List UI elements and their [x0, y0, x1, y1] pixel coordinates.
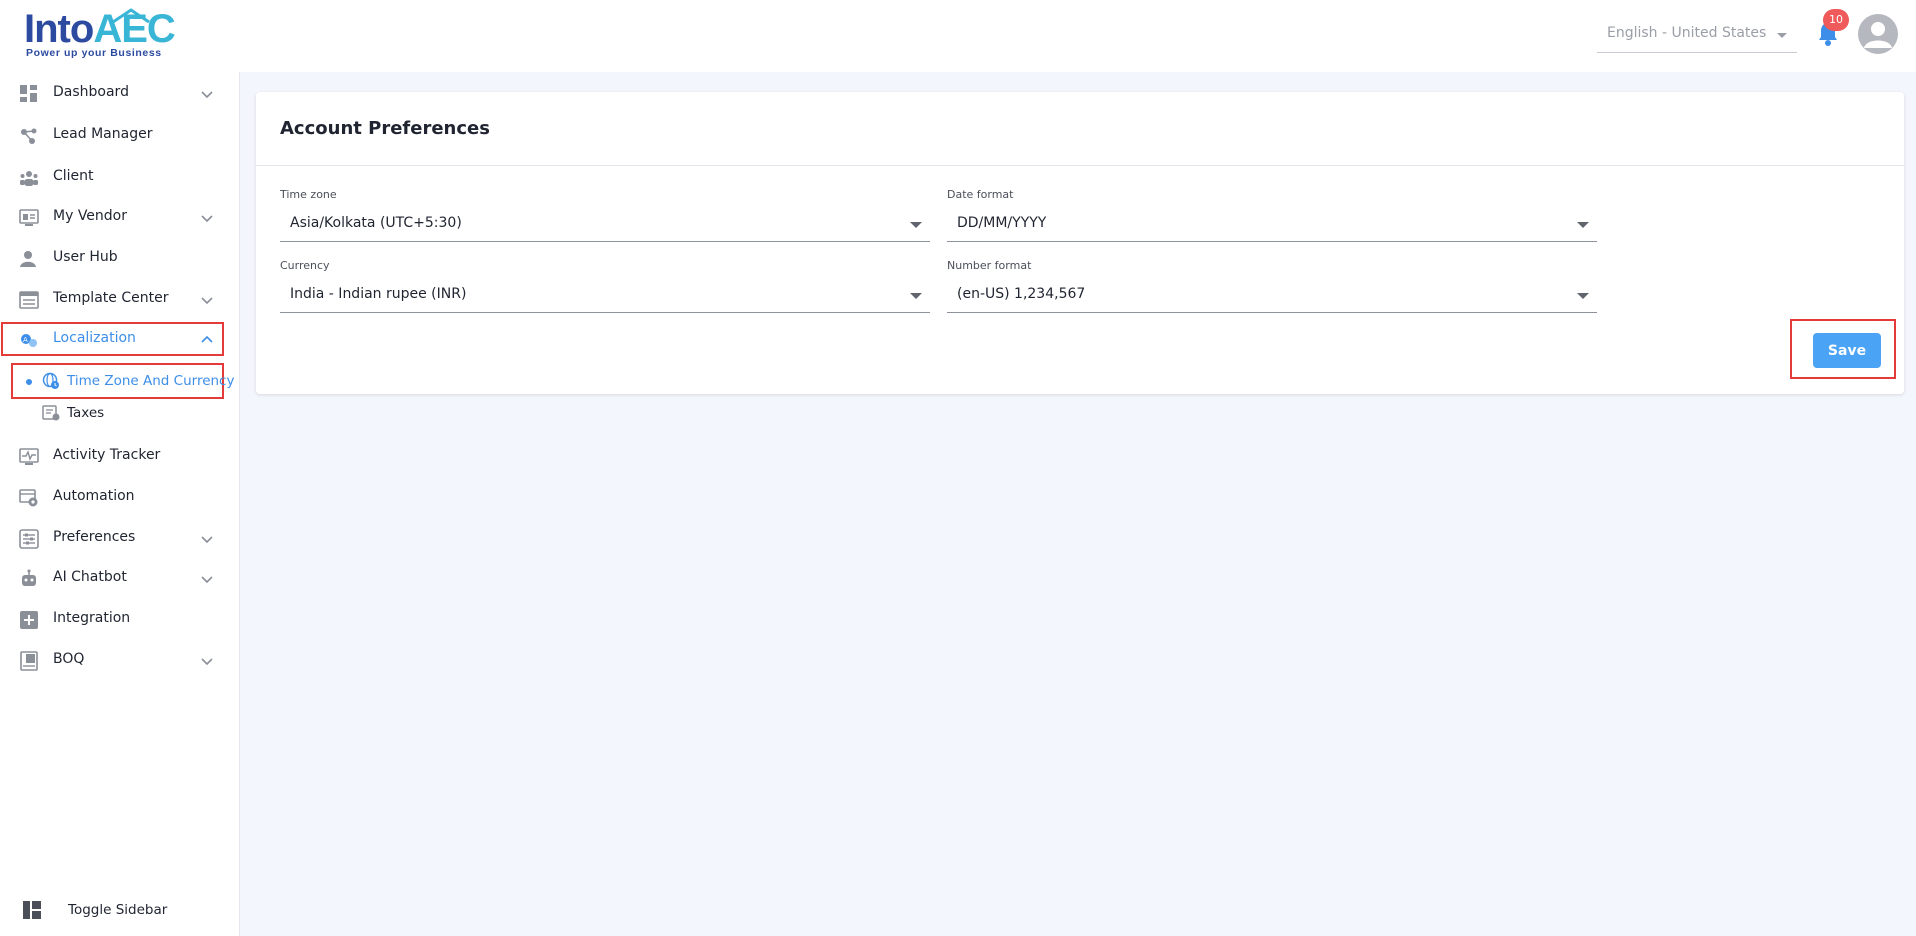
- client-icon: [20, 171, 38, 186]
- caret-down-icon: [910, 293, 922, 299]
- sidebar-item-label: Activity Tracker: [53, 447, 161, 463]
- timezone-label: Time zone: [280, 188, 337, 201]
- sidebar-item-preferences[interactable]: Preferences: [0, 519, 236, 557]
- sidebar-item-client[interactable]: Client: [0, 158, 236, 196]
- sidebar-subitem-taxes[interactable]: Taxes: [14, 396, 222, 430]
- sidebar-subitem-label: Time Zone And Currency: [67, 373, 235, 389]
- lead-manager-icon: [21, 128, 37, 144]
- sidebar-item-user-hub[interactable]: User Hub: [0, 239, 236, 277]
- sidebar-item-activity-tracker[interactable]: Activity Tracker: [0, 437, 236, 475]
- timezone-field: Time zone Asia/Kolkata (UTC+5:30): [280, 188, 930, 250]
- chevron-down-icon: [201, 576, 213, 584]
- notification-count-badge: 10: [1823, 9, 1849, 31]
- sidebar-layout-icon: [23, 901, 41, 919]
- dashboard-icon: [20, 85, 37, 102]
- sidebar-item-integration[interactable]: Integration: [0, 600, 236, 638]
- caret-down-icon: [1777, 33, 1787, 38]
- automation-icon: [19, 489, 38, 507]
- sidebar-item-label: BOQ: [53, 651, 85, 667]
- taxes-icon: [42, 405, 60, 421]
- save-button[interactable]: Save: [1813, 333, 1881, 368]
- chevron-down-icon: [201, 536, 213, 544]
- sidebar-item-label: Preferences: [53, 529, 136, 545]
- logo-tagline: Power up your Business: [26, 47, 162, 59]
- timezone-select[interactable]: Asia/Kolkata (UTC+5:30): [280, 206, 930, 242]
- globe-clock-icon: [42, 372, 59, 389]
- date-format-select[interactable]: DD/MM/YYYY: [947, 206, 1597, 242]
- number-format-label: Number format: [947, 259, 1032, 272]
- currency-select[interactable]: India - Indian rupee (INR): [280, 277, 930, 313]
- chevron-down-icon: [201, 91, 213, 99]
- chevron-down-icon: [201, 658, 213, 666]
- date-format-label: Date format: [947, 188, 1014, 201]
- sidebar-item-boq[interactable]: BOQ: [0, 641, 236, 679]
- activity-icon: [19, 448, 39, 465]
- vendor-icon: [19, 209, 39, 226]
- language-select-value: English - United States: [1607, 25, 1767, 41]
- sidebar-item-lead-manager[interactable]: Lead Manager: [0, 116, 236, 154]
- caret-down-icon: [1577, 293, 1589, 299]
- sidebar-item-localization[interactable]: A Localization: [0, 320, 236, 358]
- boq-icon: [20, 651, 38, 671]
- caret-down-icon: [910, 222, 922, 228]
- user-icon: [20, 251, 36, 267]
- template-icon: [19, 291, 39, 309]
- sidebar-item-automation[interactable]: Automation: [0, 478, 236, 516]
- number-format-field: Number format (en-US) 1,234,567: [947, 259, 1597, 321]
- svg-text:A: A: [23, 336, 28, 344]
- sidebar-item-label: Dashboard: [53, 84, 129, 100]
- sidebar-subitem-time-zone-and-currency[interactable]: Time Zone And Currency: [14, 364, 234, 398]
- sidebar-item-label: Automation: [53, 488, 135, 504]
- sidebar-subitem-label: Taxes: [67, 405, 105, 421]
- number-format-select[interactable]: (en-US) 1,234,567: [947, 277, 1597, 313]
- chatbot-icon: [22, 569, 36, 586]
- number-format-value: (en-US) 1,234,567: [957, 286, 1086, 302]
- sidebar-item-dashboard[interactable]: Dashboard: [0, 74, 236, 112]
- integration-icon: [20, 611, 38, 629]
- sidebar-item-label: My Vendor: [53, 208, 127, 224]
- currency-value: India - Indian rupee (INR): [290, 286, 467, 302]
- date-format-field: Date format DD/MM/YYYY: [947, 188, 1597, 250]
- sidebar-item-template-center[interactable]: Template Center: [0, 280, 236, 318]
- logo-roof-icon: [112, 8, 150, 24]
- localization-icon: A: [21, 334, 37, 347]
- timezone-value: Asia/Kolkata (UTC+5:30): [290, 215, 462, 231]
- account-preferences-card: Account Preferences Time zone Asia/Kolka…: [256, 92, 1904, 394]
- sidebar-item-label: Localization: [53, 330, 136, 346]
- sidebar: Dashboard Lead Manager Client My Vendor …: [0, 72, 240, 936]
- page-title: Account Preferences: [280, 118, 490, 139]
- currency-field: Currency India - Indian rupee (INR): [280, 259, 930, 321]
- sidebar-item-label: Template Center: [53, 290, 169, 306]
- toggle-sidebar-button[interactable]: Toggle Sidebar: [0, 888, 236, 928]
- toggle-sidebar-label: Toggle Sidebar: [68, 902, 168, 918]
- sidebar-item-my-vendor[interactable]: My Vendor: [0, 198, 236, 236]
- preferences-icon: [19, 529, 39, 549]
- active-dot-icon: [26, 379, 32, 385]
- sidebar-item-ai-chatbot[interactable]: AI Chatbot: [0, 559, 236, 597]
- chevron-down-icon: [201, 297, 213, 305]
- sidebar-item-label: Client: [53, 168, 94, 184]
- caret-down-icon: [1577, 222, 1589, 228]
- currency-label: Currency: [280, 259, 330, 272]
- chevron-down-icon: [201, 215, 213, 223]
- app-logo[interactable]: IntoAEC Power up your Business: [24, 6, 184, 64]
- sidebar-item-label: User Hub: [53, 249, 118, 265]
- sidebar-item-label: AI Chatbot: [53, 569, 127, 585]
- user-avatar-icon[interactable]: [1858, 14, 1898, 54]
- sidebar-item-label: Lead Manager: [53, 126, 153, 142]
- sidebar-item-label: Integration: [53, 610, 131, 626]
- date-format-value: DD/MM/YYYY: [957, 215, 1047, 231]
- chevron-up-icon: [201, 335, 213, 343]
- card-divider: [256, 165, 1904, 166]
- top-header: IntoAEC Power up your Business English -…: [0, 0, 1916, 72]
- language-select[interactable]: English - United States: [1597, 19, 1797, 53]
